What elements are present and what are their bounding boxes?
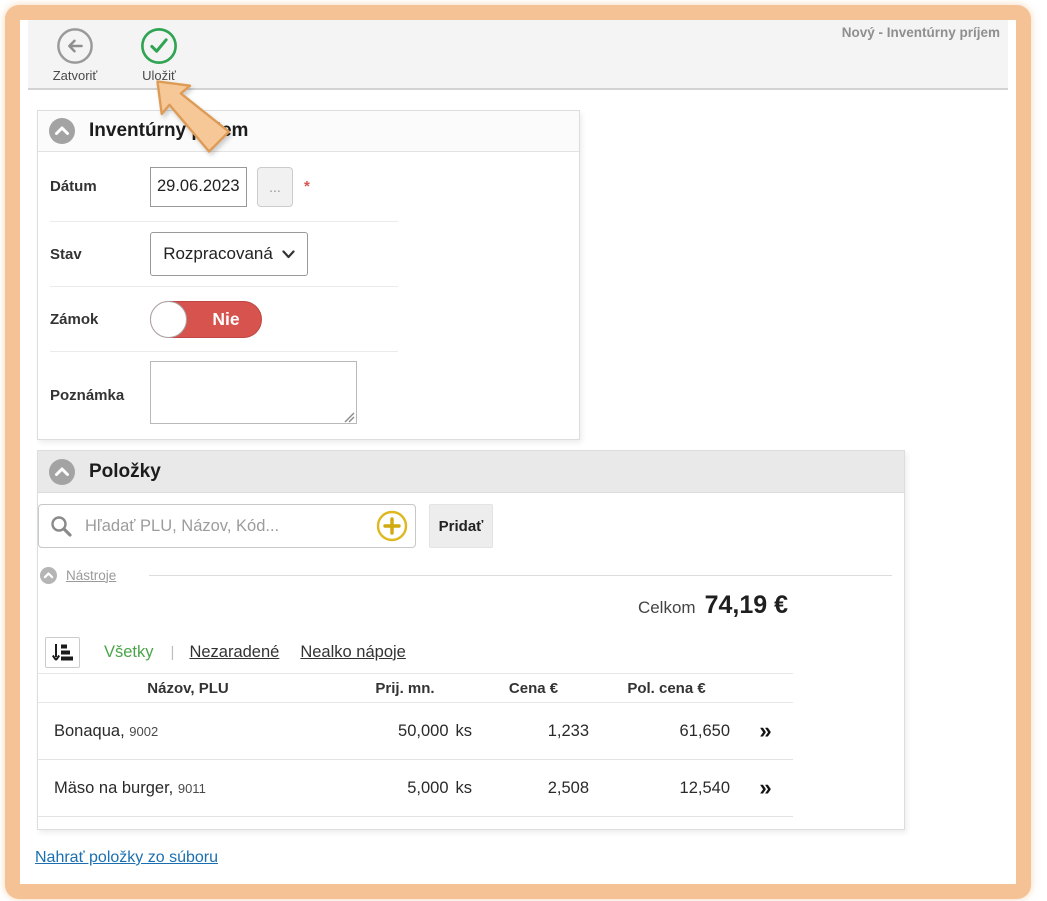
lock-toggle[interactable]: Nie <box>150 300 262 338</box>
table-row[interactable]: Bonaqua, 9002 50,000 ks 1,233 61,650 » <box>38 703 793 760</box>
search-row: Pridať <box>38 504 904 548</box>
tools-link[interactable]: Nástroje <box>66 568 116 583</box>
save-button-label: Uložiť <box>142 68 176 83</box>
items-table: Názov, PLU Prij. mn. Cena € Pol. cena € … <box>38 673 793 817</box>
item-price: 1,233 <box>547 721 589 740</box>
item-unit: ks <box>455 778 473 797</box>
item-plu: 9002 <box>129 723 159 739</box>
date-row: Dátum ... * <box>50 152 398 222</box>
item-qty: 5,000 <box>407 778 449 797</box>
document-panel: Inventúrny príjem Dátum ... * Stav Rozpr… <box>37 110 580 440</box>
tab-vsetky[interactable]: Všetky <box>104 643 154 662</box>
page: Zatvoriť Uložiť Nový - Inventúrny príjem… <box>0 0 1047 901</box>
chevron-down-icon <box>282 249 295 258</box>
close-button[interactable]: Zatvoriť <box>46 27 104 83</box>
status-row: Stav Rozpracovaná <box>50 222 398 287</box>
table-row[interactable]: Mäso na burger, 9011 5,000 ks 2,508 12,54… <box>38 760 793 817</box>
item-line-total: 61,650 <box>679 721 730 740</box>
collapse-icon-small[interactable] <box>40 566 57 584</box>
items-panel: Položky Pridať Nástroje <box>37 450 905 830</box>
note-row: Poznámka <box>50 352 398 438</box>
sort-amount-icon <box>52 643 73 661</box>
add-item-button[interactable]: Pridať <box>429 504 493 548</box>
quick-add-icon[interactable] <box>376 510 408 542</box>
item-name: Mäso na burger, <box>54 778 174 797</box>
search-input[interactable] <box>38 504 416 548</box>
total-row: Celkom 74,19 € <box>38 591 788 620</box>
sort-button[interactable] <box>45 636 80 668</box>
item-qty: 50,000 <box>398 721 449 740</box>
items-panel-header: Položky <box>38 451 904 493</box>
search-icon <box>51 516 72 537</box>
back-arrow-icon <box>57 28 93 64</box>
close-button-label: Zatvoriť <box>52 68 98 83</box>
items-panel-title: Položky <box>89 460 161 482</box>
status-select-value: Rozpracovaná <box>163 244 273 263</box>
collapse-icon[interactable] <box>49 118 75 144</box>
collapse-icon[interactable] <box>49 458 75 485</box>
item-unit: ks <box>455 721 473 740</box>
required-asterisk: * <box>304 178 310 195</box>
document-panel-header: Inventúrny príjem <box>38 111 579 152</box>
note-textarea[interactable] <box>150 361 357 424</box>
check-circle-icon <box>141 28 177 64</box>
toggle-knob <box>150 300 187 338</box>
header-qty: Prij. mn. <box>375 679 435 697</box>
header-price: Cena € <box>508 679 559 697</box>
tab-nezaradene[interactable]: Nezaradené <box>189 643 279 662</box>
open-row-icon[interactable]: » <box>759 718 771 743</box>
tab-nealko-napoje[interactable]: Nealko nápoje <box>300 643 406 662</box>
item-price: 2,508 <box>547 778 589 797</box>
date-picker-button[interactable]: ... <box>257 166 293 207</box>
item-plu: 9011 <box>177 780 206 796</box>
table-header-row: Názov, PLU Prij. mn. Cena € Pol. cena € <box>38 673 793 703</box>
lock-label: Zámok <box>50 310 99 328</box>
upload-items-link[interactable]: Nahrať položky zo súboru <box>35 849 218 867</box>
date-input[interactable] <box>150 166 247 207</box>
divider-line <box>149 574 892 576</box>
document-panel-title: Inventúrny príjem <box>89 120 249 141</box>
date-label: Dátum <box>50 178 97 195</box>
category-tabs: Všetky | Nezaradené Nealko nápoje <box>45 636 406 668</box>
status-label: Stav <box>50 245 82 263</box>
lock-row: Zámok Nie <box>50 287 398 352</box>
total-value: 74,19 € <box>704 591 788 619</box>
open-row-icon[interactable]: » <box>759 775 771 800</box>
toolbar: Zatvoriť Uložiť Nový - Inventúrny príjem <box>28 20 1008 90</box>
lock-toggle-state: Nie <box>212 308 240 329</box>
header-name-plu: Názov, PLU <box>147 679 229 697</box>
item-name: Bonaqua, <box>54 721 125 740</box>
header-line-total: Pol. cena € <box>627 679 706 697</box>
tools-row: Nástroje <box>40 565 900 585</box>
status-select[interactable]: Rozpracovaná <box>150 232 308 276</box>
item-line-total: 12,540 <box>679 778 730 797</box>
tab-separator: | <box>170 643 175 661</box>
save-button[interactable]: Uložiť <box>130 27 188 83</box>
total-label: Celkom <box>637 598 696 617</box>
window-title: Nový - Inventúrny príjem <box>841 25 1000 40</box>
note-label: Poznámka <box>50 386 125 404</box>
